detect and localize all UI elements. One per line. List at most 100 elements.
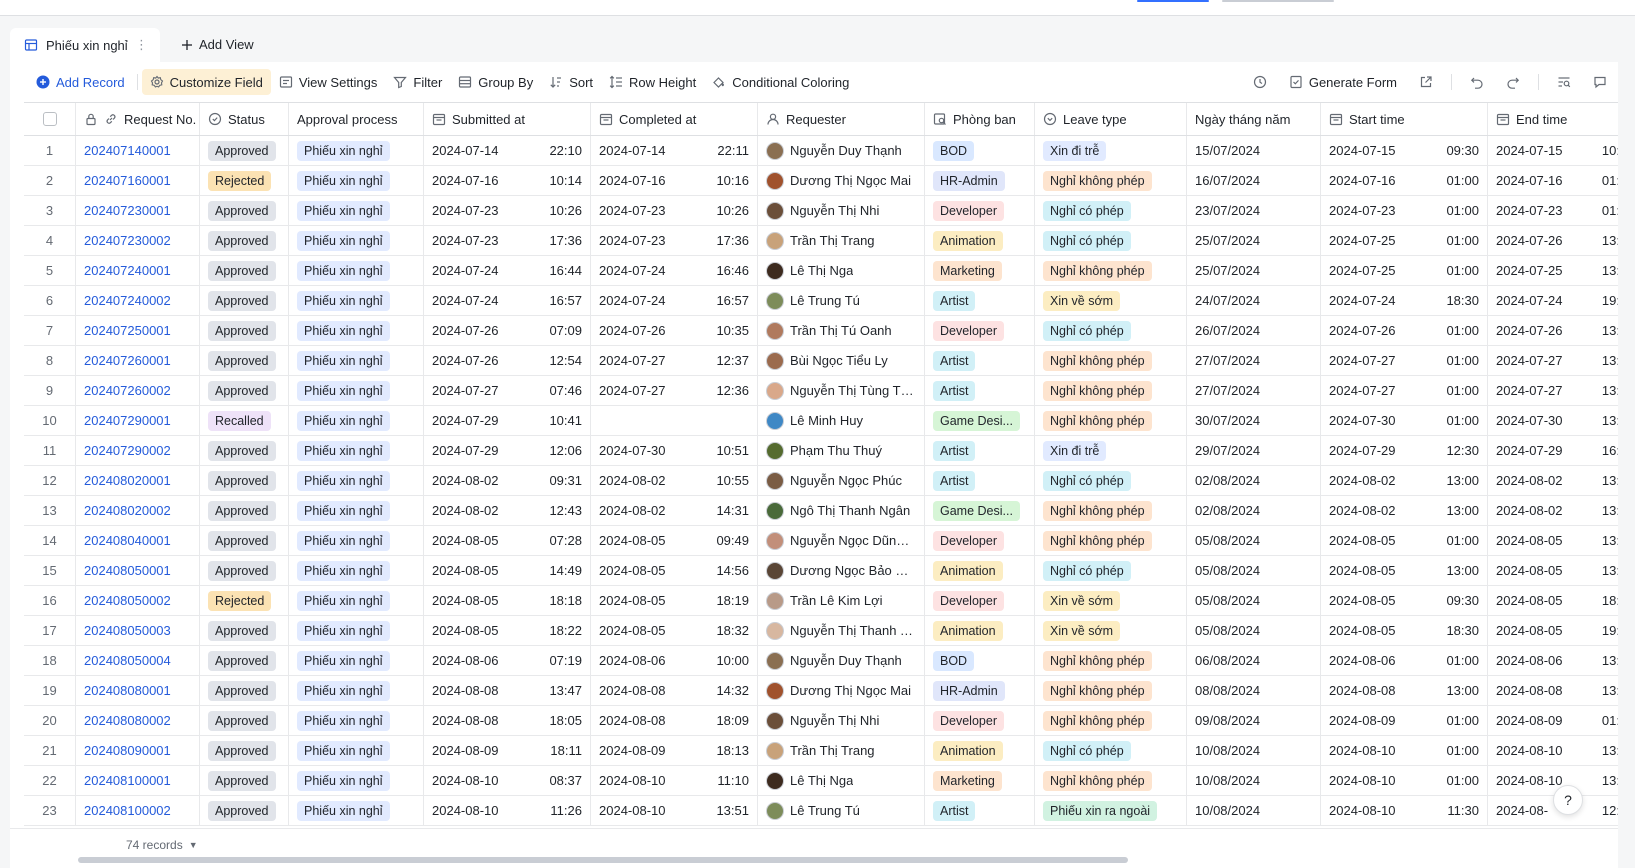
start-time-cell[interactable]: 2024-07-30 01:00 xyxy=(1321,406,1488,435)
request-no-link[interactable]: 202407230001 xyxy=(84,203,171,218)
horizontal-scrollbar[interactable] xyxy=(78,857,1128,863)
requester-cell[interactable]: Lê Trung Tú xyxy=(758,286,925,315)
request-no-cell[interactable]: 202408090001 xyxy=(76,736,200,765)
phong-ban-cell[interactable]: Artist xyxy=(925,796,1035,825)
status-cell[interactable]: Approved xyxy=(200,346,289,375)
leave-type-cell[interactable]: Xin đi trễ xyxy=(1035,136,1187,165)
leave-type-cell[interactable]: Nghỉ có phép xyxy=(1035,466,1187,495)
ngay-thang-nam-cell[interactable]: 27/07/2024 xyxy=(1187,376,1321,405)
status-cell[interactable]: Approved xyxy=(200,196,289,225)
completed-at-cell[interactable]: 2024-08-02 10:55 xyxy=(591,466,758,495)
approval-process-cell[interactable]: Phiếu xin nghỉ xyxy=(289,766,424,795)
request-no-cell[interactable]: 202408080002 xyxy=(76,706,200,735)
requester-cell[interactable]: Nguyễn Ngọc Phúc xyxy=(758,466,925,495)
request-no-cell[interactable]: 202407260001 xyxy=(76,346,200,375)
completed-at-cell[interactable]: 2024-08-08 14:32 xyxy=(591,676,758,705)
submitted-at-cell[interactable]: 2024-08-10 08:37 xyxy=(424,766,591,795)
table-row[interactable]: 8 202407260001 Approved Phiếu xin nghỉ 2024-… xyxy=(24,346,1628,376)
end-time-cell[interactable]: 2024-08-08 13: xyxy=(1488,676,1628,705)
ngay-thang-nam-cell[interactable]: 16/07/2024 xyxy=(1187,166,1321,195)
header-requester[interactable]: Requester xyxy=(758,103,925,135)
header-phong-ban[interactable]: Phòng ban xyxy=(925,103,1035,135)
sort-button[interactable]: Sort xyxy=(541,69,601,95)
status-cell[interactable]: Approved xyxy=(200,226,289,255)
submitted-at-cell[interactable]: 2024-07-29 10:41 xyxy=(424,406,591,435)
conditional-coloring-button[interactable]: Conditional Coloring xyxy=(704,69,857,95)
requester-cell[interactable]: Nguyễn Thị Tùng Thi... xyxy=(758,376,925,405)
start-time-cell[interactable]: 2024-08-05 18:30 xyxy=(1321,616,1488,645)
ngay-thang-nam-cell[interactable]: 10/08/2024 xyxy=(1187,796,1321,825)
completed-at-cell[interactable]: 2024-08-02 14:31 xyxy=(591,496,758,525)
table-row[interactable]: 19 202408080001 Approved Phiếu xin nghỉ 2024… xyxy=(24,676,1628,706)
table-row[interactable]: 20 202408080002 Approved Phiếu xin nghỉ 2024… xyxy=(24,706,1628,736)
status-cell[interactable]: Approved xyxy=(200,526,289,555)
approval-process-cell[interactable]: Phiếu xin nghỉ xyxy=(289,676,424,705)
start-time-cell[interactable]: 2024-08-09 01:00 xyxy=(1321,706,1488,735)
status-cell[interactable]: Approved xyxy=(200,616,289,645)
completed-at-cell[interactable]: 2024-08-09 18:13 xyxy=(591,736,758,765)
phong-ban-cell[interactable]: Game Desi... xyxy=(925,406,1035,435)
request-no-link[interactable]: 202407160001 xyxy=(84,173,171,188)
approval-process-cell[interactable]: Phiếu xin nghỉ xyxy=(289,316,424,345)
phong-ban-cell[interactable]: HR-Admin xyxy=(925,166,1035,195)
approval-process-cell[interactable]: Phiếu xin nghỉ xyxy=(289,136,424,165)
completed-at-cell[interactable]: 2024-08-05 14:56 xyxy=(591,556,758,585)
start-time-cell[interactable]: 2024-07-24 18:30 xyxy=(1321,286,1488,315)
phong-ban-cell[interactable]: Animation xyxy=(925,736,1035,765)
completed-at-cell[interactable]: 2024-07-23 17:36 xyxy=(591,226,758,255)
submitted-at-cell[interactable]: 2024-07-23 10:26 xyxy=(424,196,591,225)
request-no-cell[interactable]: 202408050003 xyxy=(76,616,200,645)
request-no-link[interactable]: 202408080001 xyxy=(84,683,171,698)
request-no-link[interactable]: 202407240001 xyxy=(84,263,171,278)
view-settings-button[interactable]: View Settings xyxy=(271,69,386,95)
start-time-cell[interactable]: 2024-08-10 01:00 xyxy=(1321,766,1488,795)
start-time-cell[interactable]: 2024-07-25 01:00 xyxy=(1321,226,1488,255)
approval-process-cell[interactable]: Phiếu xin nghỉ xyxy=(289,496,424,525)
request-no-cell[interactable]: 202408040001 xyxy=(76,526,200,555)
table-row[interactable]: 21 202408090001 Approved Phiếu xin nghỉ 2024… xyxy=(24,736,1628,766)
leave-type-cell[interactable]: Nghỉ không phép xyxy=(1035,256,1187,285)
table-row[interactable]: 13 202408020002 Approved Phiếu xin nghỉ 2024… xyxy=(24,496,1628,526)
leave-type-cell[interactable]: Nghỉ không phép xyxy=(1035,346,1187,375)
request-no-link[interactable]: 202407250001 xyxy=(84,323,171,338)
leave-type-cell[interactable]: Nghỉ có phép xyxy=(1035,736,1187,765)
status-cell[interactable]: Approved xyxy=(200,466,289,495)
help-button[interactable]: ? xyxy=(1553,785,1583,815)
submitted-at-cell[interactable]: 2024-07-16 10:14 xyxy=(424,166,591,195)
ngay-thang-nam-cell[interactable]: 26/07/2024 xyxy=(1187,316,1321,345)
start-time-cell[interactable]: 2024-08-05 09:30 xyxy=(1321,586,1488,615)
approval-process-cell[interactable]: Phiếu xin nghỉ xyxy=(289,586,424,615)
header-ngay-thang-nam[interactable]: Ngày tháng năm xyxy=(1187,103,1321,135)
completed-at-cell[interactable]: 2024-07-26 10:35 xyxy=(591,316,758,345)
end-time-cell[interactable]: 2024-07-27 13: xyxy=(1488,376,1628,405)
approval-process-cell[interactable]: Phiếu xin nghỉ xyxy=(289,526,424,555)
ngay-thang-nam-cell[interactable]: 08/08/2024 xyxy=(1187,676,1321,705)
ngay-thang-nam-cell[interactable]: 09/08/2024 xyxy=(1187,706,1321,735)
request-no-link[interactable]: 202408100002 xyxy=(84,803,171,818)
requester-cell[interactable]: Phạm Thu Thuý xyxy=(758,436,925,465)
completed-at-cell[interactable]: 2024-08-10 11:10 xyxy=(591,766,758,795)
request-no-link[interactable]: 202407240002 xyxy=(84,293,171,308)
status-cell[interactable]: Approved xyxy=(200,136,289,165)
approval-process-cell[interactable]: Phiếu xin nghỉ xyxy=(289,736,424,765)
submitted-at-cell[interactable]: 2024-07-14 22:10 xyxy=(424,136,591,165)
end-time-cell[interactable]: 2024-08-02 13: xyxy=(1488,496,1628,525)
table-row[interactable]: 6 202407240002 Approved Phiếu xin nghỉ 2024-… xyxy=(24,286,1628,316)
request-no-cell[interactable]: 202408080001 xyxy=(76,676,200,705)
phong-ban-cell[interactable]: Developer xyxy=(925,316,1035,345)
approval-process-cell[interactable]: Phiếu xin nghỉ xyxy=(289,406,424,435)
request-no-cell[interactable]: 202407290001 xyxy=(76,406,200,435)
header-leave-type[interactable]: Leave type xyxy=(1035,103,1187,135)
leave-type-cell[interactable]: Xin về sớm xyxy=(1035,586,1187,615)
end-time-cell[interactable]: 2024-07-30 13: xyxy=(1488,406,1628,435)
ngay-thang-nam-cell[interactable]: 23/07/2024 xyxy=(1187,196,1321,225)
start-time-cell[interactable]: 2024-07-27 01:00 xyxy=(1321,346,1488,375)
start-time-cell[interactable]: 2024-07-23 01:00 xyxy=(1321,196,1488,225)
undo-button[interactable] xyxy=(1462,69,1492,95)
completed-at-cell[interactable]: 2024-08-06 10:00 xyxy=(591,646,758,675)
request-no-cell[interactable]: 202407160001 xyxy=(76,166,200,195)
ngay-thang-nam-cell[interactable]: 15/07/2024 xyxy=(1187,136,1321,165)
end-time-cell[interactable]: 2024-08-05 19: xyxy=(1488,616,1628,645)
header-submitted-at[interactable]: Submitted at xyxy=(424,103,591,135)
leave-type-cell[interactable]: Nghỉ không phép xyxy=(1035,676,1187,705)
